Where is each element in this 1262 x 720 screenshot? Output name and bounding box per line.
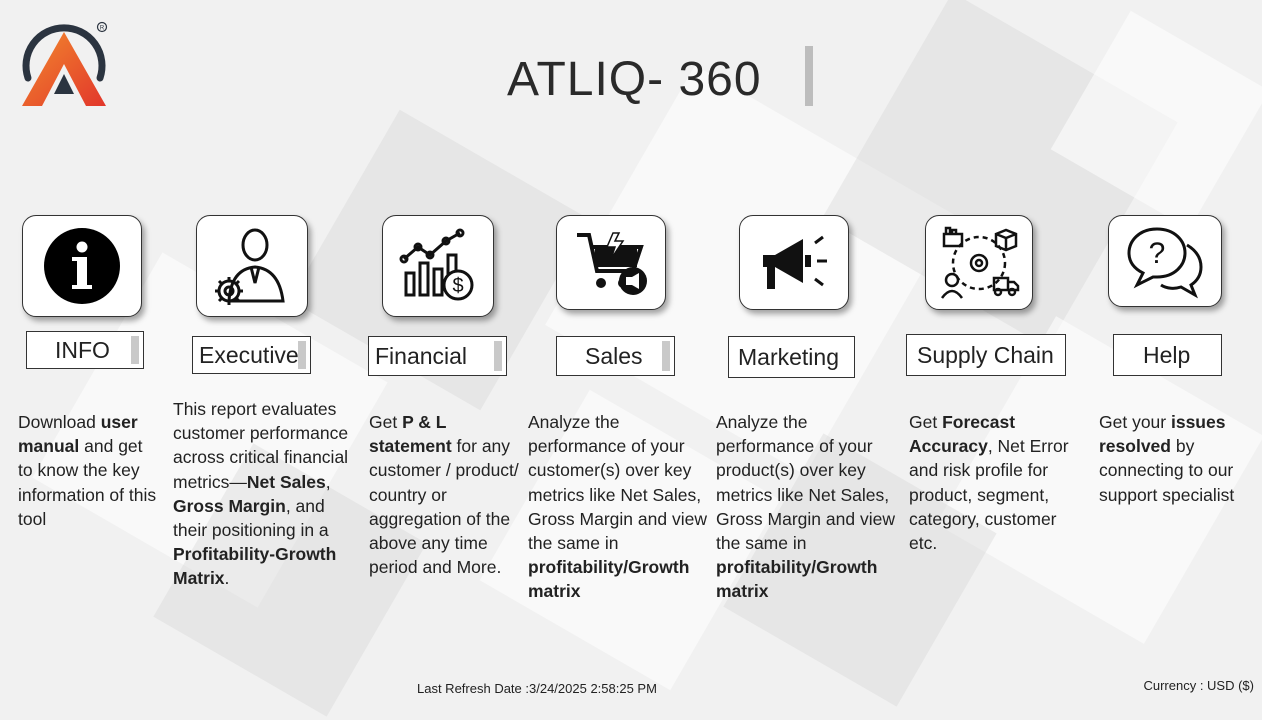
last-refresh-label: Last Refresh Date :	[417, 681, 529, 696]
marketing-description-part: Analyze the performance of your product(…	[716, 412, 895, 554]
sales-cart-icon	[571, 225, 651, 301]
currency-indicator: Currency : USD ($)	[1143, 678, 1254, 693]
sales-description-part: profitability/Growth matrix	[528, 557, 690, 602]
tab-financial-marker	[494, 341, 502, 371]
financial-description: Get P & L statement for any customer / p…	[369, 410, 519, 579]
marketing-description: Analyze the performance of your product(…	[716, 410, 898, 604]
tab-sales-marker	[662, 341, 670, 371]
executive-icon	[207, 223, 297, 309]
tab-help[interactable]: Help	[1113, 334, 1222, 376]
financial-description-part: for any customer / product/ country or a…	[369, 436, 519, 578]
atliq-logo: R	[18, 18, 110, 110]
tab-info-label: INFO	[55, 336, 110, 363]
supply-chain-description: Get Forecast Accuracy, Net Error and ris…	[909, 410, 1079, 555]
info-description-part: Download	[18, 412, 101, 432]
help-card-button[interactable]: ?	[1108, 215, 1222, 307]
executive-description-part: Net Sales	[246, 471, 326, 492]
last-refresh: Last Refresh Date :3/24/2025 2:58:25 PM	[417, 681, 657, 696]
executive-description-part: Gross Margin	[173, 495, 286, 516]
financial-description-part: Get	[369, 412, 403, 432]
financial-chart-icon: $	[396, 225, 480, 307]
sales-description-part: Analyze the performance of your customer…	[528, 412, 707, 554]
last-refresh-value: 3/24/2025 2:58:25 PM	[529, 681, 657, 696]
supply-chain-icon	[938, 224, 1020, 302]
tab-sales[interactable]: Sales	[556, 336, 675, 376]
tab-executive-label: Executive	[199, 341, 299, 368]
tab-supply-chain[interactable]: Supply Chain	[906, 334, 1066, 376]
megaphone-icon	[753, 225, 835, 301]
info-icon	[43, 227, 121, 305]
svg-text:?: ?	[1149, 237, 1166, 270]
page-title: ATLIQ- 360	[507, 53, 762, 106]
supply-chain-card-button[interactable]	[925, 215, 1033, 310]
tab-info[interactable]: INFO	[26, 331, 144, 369]
sales-card-button[interactable]	[556, 215, 666, 310]
info-card-button[interactable]	[22, 215, 142, 317]
executive-card-button[interactable]	[196, 215, 308, 317]
help-chat-icon: ?	[1125, 223, 1205, 299]
marketing-card-button[interactable]	[739, 215, 849, 310]
help-description-part: Get your	[1099, 412, 1171, 432]
executive-description: This report evaluates customer performan…	[173, 397, 355, 591]
help-description: Get your issues resolved by connecting t…	[1099, 410, 1251, 507]
executive-description-part: ,	[325, 471, 331, 492]
svg-text:$: $	[452, 275, 463, 297]
financial-card-button[interactable]: $	[382, 215, 494, 317]
tab-help-label: Help	[1143, 341, 1191, 368]
title-accent-bar	[805, 46, 813, 106]
tab-marketing[interactable]: Marketing	[728, 336, 855, 378]
tab-sales-label: Sales	[585, 342, 643, 369]
marketing-description-part: profitability/Growth matrix	[716, 557, 878, 602]
executive-description-part: Profitability-Growth Matrix	[173, 544, 337, 589]
tab-info-marker	[131, 336, 139, 364]
tab-executive-marker	[298, 341, 306, 369]
svg-text:R: R	[100, 26, 105, 32]
tab-financial-label: Financial	[375, 342, 468, 369]
supply-chain-description-part: Get	[909, 412, 943, 432]
executive-description-part: .	[224, 568, 230, 589]
tab-marketing-label: Marketing	[738, 343, 839, 370]
tab-supply-chain-label: Supply Chain	[917, 341, 1054, 368]
info-description: Download user manual and get to know the…	[18, 410, 160, 531]
sales-description: Analyze the performance of your customer…	[528, 410, 710, 604]
tab-executive[interactable]: Executive	[192, 336, 311, 374]
tab-financial[interactable]: Financial	[368, 336, 507, 376]
